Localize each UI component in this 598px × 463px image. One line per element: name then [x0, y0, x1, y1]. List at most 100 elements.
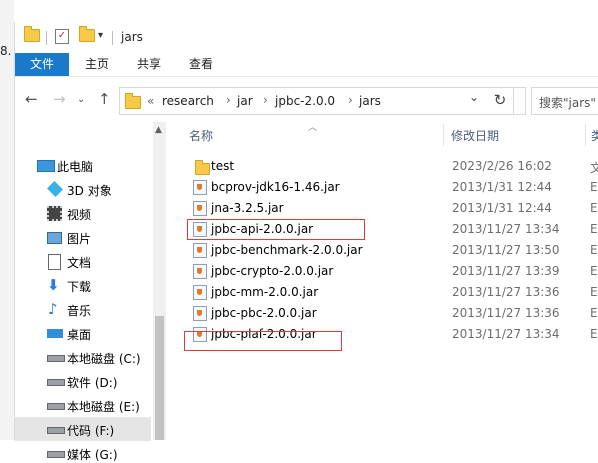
sidebar-item-documents[interactable]: 文档: [15, 249, 151, 273]
sidebar-item-3d-objects[interactable]: 3D 对象: [15, 177, 151, 201]
column-header-date[interactable]: 修改日期: [451, 127, 499, 144]
tab-home[interactable]: 主页: [75, 53, 119, 76]
sidebar-item-label: 视频: [67, 208, 92, 222]
nav-pane-scrollbar[interactable]: ▲: [153, 122, 166, 440]
file-name: jpbc-crypto-2.0.0.jar: [211, 264, 334, 278]
properties-icon[interactable]: ✓: [55, 29, 69, 44]
file-name: test: [211, 159, 235, 173]
column-divider[interactable]: [443, 124, 444, 146]
sort-up-icon: ︿: [308, 123, 318, 133]
jar-file-icon: [193, 180, 207, 195]
recent-dropdown-icon[interactable]: ⌄: [77, 94, 85, 105]
breadcrumb-overflow[interactable]: «: [147, 94, 154, 108]
jar-file-icon: [193, 306, 207, 321]
file-type: E: [590, 180, 598, 194]
address-bar[interactable]: « research › jar › jpbc-2.0.0 › jars: [119, 87, 526, 115]
chevron-right-icon[interactable]: ›: [226, 93, 231, 107]
up-arrow-icon[interactable]: ↑: [98, 90, 111, 108]
file-date: 2013/11/27 13:34: [452, 327, 560, 341]
back-arrow-icon[interactable]: ←: [25, 90, 38, 108]
background-strip: 8.: [0, 0, 14, 440]
video-icon: [47, 206, 62, 221]
breadcrumb-jpbc[interactable]: jpbc-2.0.0: [275, 94, 335, 108]
file-row[interactable]: jpbc-benchmark-2.0.0.jar 2013/11/27 13:5…: [175, 240, 598, 261]
file-date: 2013/1/31 12:44: [452, 180, 552, 194]
pictures-icon: [47, 232, 62, 244]
ribbon-tabs: 文件 主页 共享 查看: [15, 53, 598, 77]
separator: [46, 31, 47, 45]
scroll-up-icon[interactable]: ▲: [155, 125, 162, 135]
column-divider[interactable]: [585, 124, 586, 146]
sidebar-item-label: 音乐: [67, 304, 92, 318]
column-header-type[interactable]: 类: [591, 127, 598, 144]
explorer-window: ✓ ▾ jars 文件 主页 共享 查看 ← → ⌄ ↑ « research …: [14, 22, 598, 462]
file-type: 文: [590, 161, 598, 175]
tab-view[interactable]: 查看: [179, 53, 223, 76]
chevron-right-icon[interactable]: ›: [263, 93, 268, 107]
sidebar-item-downloads[interactable]: ⬇ 下载: [15, 273, 151, 297]
sidebar-item-label: 本地磁盘 (E:): [67, 400, 140, 414]
sidebar-item-label: 媒体 (G:): [67, 448, 118, 462]
breadcrumb-jar[interactable]: jar: [237, 94, 253, 108]
sidebar-item-label: 桌面: [67, 328, 92, 342]
file-row[interactable]: jna-3.2.5.jar 2013/1/31 12:44 E: [175, 198, 598, 219]
background-text: 8.: [0, 44, 12, 58]
breadcrumb-research[interactable]: research: [162, 94, 214, 108]
refresh-icon[interactable]: ↻: [487, 87, 514, 115]
file-name: jpbc-pbc-2.0.0.jar: [211, 306, 317, 320]
file-row[interactable]: jpbc-mm-2.0.0.jar 2013/11/27 13:36 E: [175, 282, 598, 303]
sidebar-item-drive-e[interactable]: 本地磁盘 (E:): [15, 393, 151, 417]
file-name: jpbc-mm-2.0.0.jar: [211, 285, 319, 299]
sidebar-item-label: 软件 (D:): [67, 376, 118, 390]
sidebar-item-this-pc[interactable]: 此电脑: [15, 153, 151, 177]
music-icon: ♪: [48, 300, 58, 318]
sidebar-item-drive-d[interactable]: 软件 (D:): [15, 369, 151, 393]
quick-access-dropdown-icon[interactable]: ▾: [98, 30, 103, 41]
folder-icon: [125, 93, 141, 109]
navigation-pane: 此电脑 3D 对象 视频 图片 文档 ⬇ 下载 ♪ 音乐 桌面 本地磁盘 (C:…: [15, 122, 166, 462]
sidebar-item-drive-f[interactable]: 代码 (F:): [15, 417, 151, 441]
chevron-right-icon[interactable]: ›: [348, 93, 353, 107]
desktop-icon: [47, 329, 63, 338]
file-date: 2013/11/27 13:34: [452, 222, 560, 236]
file-type: E: [590, 327, 598, 341]
sidebar-item-label: 本地磁盘 (C:): [67, 352, 141, 366]
sidebar-item-desktop[interactable]: 桌面: [15, 321, 151, 345]
documents-icon: [48, 254, 61, 270]
address-dropdown-icon[interactable]: ⌄: [469, 90, 479, 104]
forward-arrow-icon[interactable]: →: [53, 90, 66, 108]
file-name: bcprov-jdk16-1.46.jar: [211, 180, 340, 194]
file-type: E: [590, 285, 598, 299]
sidebar-item-videos[interactable]: 视频: [15, 201, 151, 225]
jar-file-icon: [193, 201, 207, 216]
file-row[interactable]: bcprov-jdk16-1.46.jar 2013/1/31 12:44 E: [175, 177, 598, 198]
sidebar-item-pictures[interactable]: 图片: [15, 225, 151, 249]
file-list: ︿ 名称 修改日期 类 test 2023/2/26 16:02 文 bcpro…: [175, 122, 598, 440]
file-row[interactable]: jpbc-crypto-2.0.0.jar 2013/11/27 13:39 E: [175, 261, 598, 282]
tab-file[interactable]: 文件: [15, 53, 69, 76]
breadcrumb-jars[interactable]: jars: [359, 94, 381, 108]
file-type: E: [590, 306, 598, 320]
scrollbar-thumb[interactable]: [155, 316, 164, 440]
file-date: 2013/11/27 13:50: [452, 243, 560, 257]
sidebar-item-label: 图片: [67, 232, 92, 246]
drive-icon: [47, 379, 65, 386]
sidebar-item-label: 3D 对象: [67, 184, 112, 198]
sidebar-item-label: 此电脑: [57, 160, 94, 174]
jar-file-icon: [193, 264, 207, 279]
title-bar: ✓ ▾ jars: [15, 22, 598, 53]
file-row[interactable]: jpbc-pbc-2.0.0.jar 2013/11/27 13:36 E: [175, 303, 598, 324]
sidebar-item-drive-c[interactable]: 本地磁盘 (C:): [15, 345, 151, 369]
new-folder-icon[interactable]: [79, 26, 95, 42]
sidebar-item-label: 文档: [67, 256, 92, 270]
sidebar-item-music[interactable]: ♪ 音乐: [15, 297, 151, 321]
file-row[interactable]: test 2023/2/26 16:02 文: [175, 156, 598, 177]
file-name: jna-3.2.5.jar: [211, 201, 284, 215]
tab-share[interactable]: 共享: [127, 53, 171, 76]
file-name: jpbc-benchmark-2.0.0.jar: [211, 243, 363, 257]
file-type: E: [590, 264, 598, 278]
column-header-name[interactable]: 名称: [189, 127, 213, 144]
search-placeholder: 搜索"jars": [539, 96, 596, 110]
search-input[interactable]: 搜索"jars": [531, 87, 598, 115]
highlight-box: [184, 331, 342, 351]
